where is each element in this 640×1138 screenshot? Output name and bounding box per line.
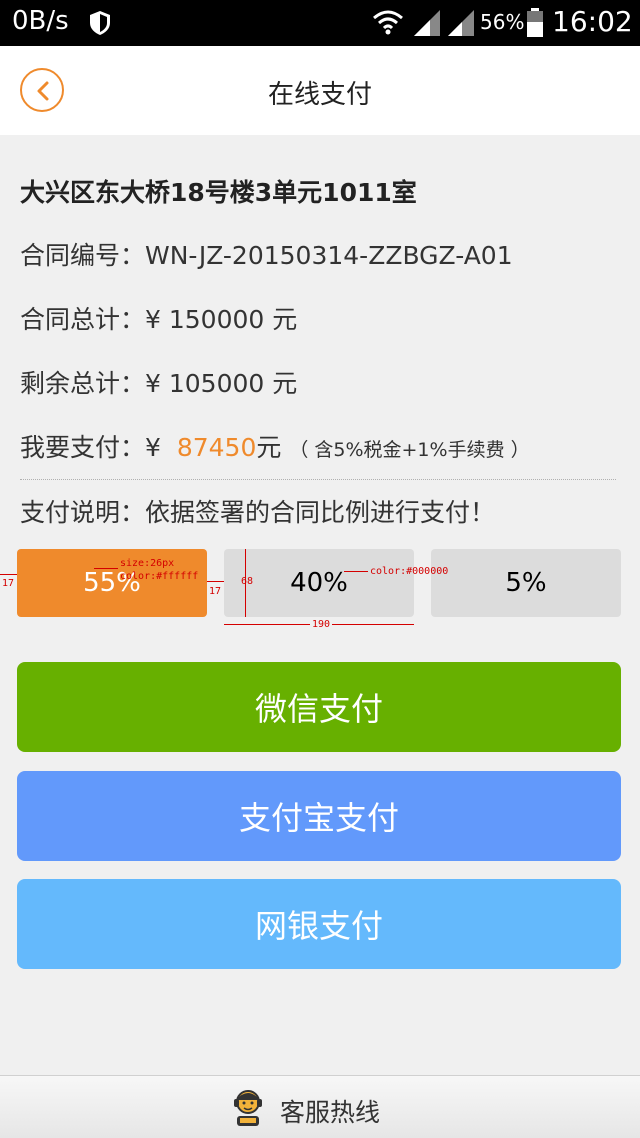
spec-color-white-label: color:#ffffff [120,571,199,582]
pay-currency: ¥ [145,433,161,462]
pay-amount-label: 我要支付： [20,433,146,462]
divider [20,479,616,480]
contract-total-value: ¥ 150000 元 [145,305,298,334]
remaining-total-value: ¥ 105000 元 [145,369,298,398]
ratio-label: 40% [290,568,348,598]
payment-content: 大兴区东大桥18号楼3单元1011室 合同编号：WN-JZ-20150314-Z… [0,135,640,1075]
payment-description-label: 支付说明： [20,498,146,527]
spec-height-label: 68 [241,576,254,587]
signal-icon [414,10,440,36]
contract-number-value: WN-JZ-20150314-ZZBGZ-A01 [145,241,513,270]
signal-icon [448,10,474,36]
hotline-label: 客服热线 [280,1098,381,1127]
address: 大兴区东大桥18号楼3单元1011室 [20,178,417,207]
contract-total-label: 合同总计： [20,305,146,334]
wechat-pay-button[interactable]: 微信支付 [17,662,621,752]
payment-description-row: 支付说明：依据签署的合同比例进行支付！ [20,493,495,529]
spec-size-label: size:26px [120,558,175,569]
clock: 16:02 [552,5,633,38]
spec-gap-label: 17 [209,586,222,597]
spec-color-black-label: color:#000000 [370,566,449,577]
contract-total-row: 合同总计：¥ 150000 元 [20,300,297,336]
spec-color-line [344,571,368,572]
alipay-button[interactable]: 支付宝支付 [17,771,621,861]
battery-percent: 56% [480,10,525,34]
shield-icon [90,11,110,35]
customer-service-hotline[interactable]: 客服热线 [0,1075,640,1138]
spec-margin-line [0,574,17,575]
online-banking-button[interactable]: 网银支付 [17,879,621,969]
spec-width-label: 190 [310,619,333,630]
contract-number-label: 合同编号： [20,241,146,270]
payment-description-text: 依据签署的合同比例进行支付！ [145,498,496,527]
spec-gap-line [207,581,224,582]
wifi-icon [373,10,403,35]
customer-service-icon [234,1090,262,1126]
pay-amount-value: 87450 [176,433,257,462]
status-bar: 0B/s 56% 16:02 [0,0,640,46]
page-title: 在线支付 [267,80,372,110]
spec-margin-label: 17 [2,578,15,589]
header: 在线支付 [0,46,640,135]
pay-amount-row: 我要支付：¥ 87450元 （ 含5%税金+1%手续费 ） [20,428,530,464]
ratio-label: 5% [505,568,547,598]
remaining-total-row: 剩余总计：¥ 105000 元 [20,364,297,400]
ratio-option-55[interactable]: 55% [17,549,207,617]
pay-amount-note: （ 含5%税金+1%手续费 ） [289,439,530,461]
contract-number-row: 合同编号：WN-JZ-20150314-ZZBGZ-A01 [20,236,513,272]
pay-amount-unit: 元 [256,433,282,462]
spec-size-line [94,568,118,569]
battery-icon [527,8,543,37]
remaining-total-label: 剩余总计： [20,369,146,398]
ratio-option-5[interactable]: 5% [431,549,621,617]
net-speed: 0B/s [12,6,69,36]
